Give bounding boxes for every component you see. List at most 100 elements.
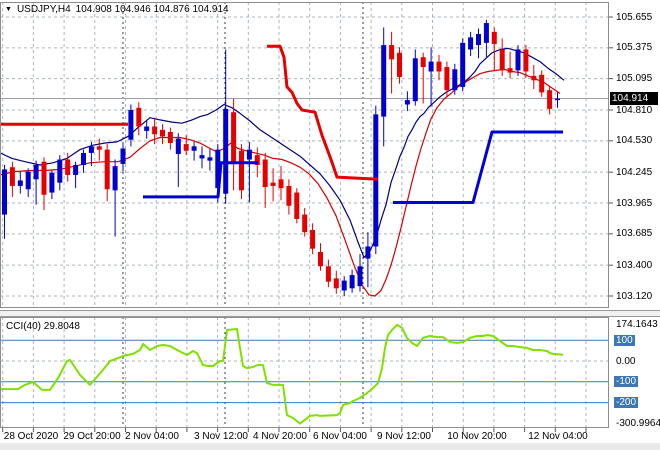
cci-axis-label: -300.9964 (616, 418, 660, 430)
candlestick-bear (491, 31, 497, 44)
candlestick-bear (270, 182, 276, 186)
candlestick-bear (65, 159, 71, 175)
candlestick-bear (397, 52, 402, 77)
candlestick-bull (25, 171, 31, 190)
candlestick-bull (144, 126, 150, 131)
candlestick-bull (246, 149, 252, 160)
price-axis-label: 103.400 (616, 259, 653, 271)
candlestick-bear (286, 185, 292, 206)
candlestick-bear (152, 126, 158, 135)
price-axis-label: 103.965 (616, 197, 653, 209)
candlestick-bull (17, 180, 23, 186)
candlestick-bull (381, 45, 387, 117)
candlestick-bear (523, 49, 529, 72)
time-axis-label: 2 Nov 04:00 (125, 431, 179, 442)
price-axis-label: 105.095 (616, 73, 653, 85)
candlestick-bull (112, 166, 118, 191)
price-axis-label: 105.375 (616, 42, 653, 54)
candlestick-bull (73, 165, 79, 175)
candlestick-bull (452, 69, 458, 91)
candlestick-bull (128, 110, 134, 140)
candlestick-bull (468, 37, 474, 50)
current-price-box: 104.914 (610, 92, 658, 106)
candlestick-bear (531, 75, 537, 81)
candlestick-bull (120, 148, 126, 164)
window-bottom-edge (0, 443, 660, 450)
price-axis-label: 105.655 (616, 11, 653, 23)
candlestick-bull (341, 280, 347, 291)
candlestick-bull (49, 172, 55, 193)
price-axis-label: 104.530 (616, 135, 653, 147)
candlestick-bull (191, 146, 197, 151)
candlestick-bear (302, 214, 308, 233)
candlestick-bull (515, 49, 521, 71)
candlestick-bull (460, 42, 466, 87)
price-axis-label: 103.120 (616, 290, 653, 302)
chart-title-bar: ▼ USDJPY,H4 104.908 104.946 104.876 104.… (5, 4, 229, 15)
candlestick-bear (167, 132, 173, 144)
candlestick-bull (2, 169, 7, 215)
candlestick-bull (175, 138, 181, 155)
cci-axis-label: 174.1643 (616, 319, 658, 331)
candlestick-bear (136, 107, 142, 127)
time-axis-label: 9 Nov 12:00 (377, 431, 431, 442)
candlestick-bull (483, 23, 489, 43)
candlestick-bull (555, 98, 560, 101)
candlestick-bull (349, 275, 355, 289)
cci-axis-label: -200 (614, 397, 639, 409)
time-axis-label: 28 Oct 2020 (3, 431, 59, 442)
candlestick-bull (357, 266, 363, 287)
cci-axis-label: 0.00 (616, 355, 636, 367)
candlestick-bear (96, 146, 102, 150)
time-axis-label: 10 Nov 20:00 (447, 431, 507, 442)
candlestick-bull (428, 61, 434, 72)
indicator-label: CCI(40) 29.8048 (6, 321, 80, 332)
candlestick-bear (41, 161, 47, 195)
time-axis-label: 3 Nov 12:00 (194, 431, 248, 442)
price-axis-label: 103.685 (616, 228, 653, 240)
candlestick-bear (231, 112, 237, 162)
chevron-down-icon[interactable]: ▼ (5, 5, 12, 15)
candlestick-bear (104, 149, 110, 190)
chart-canvas[interactable] (0, 0, 660, 450)
candlestick-bull (365, 246, 371, 259)
candlestick-bull (33, 165, 39, 180)
cci-axis-label: -100 (614, 376, 639, 388)
candlestick-bull (199, 155, 205, 159)
ohlc-values-label: 104.908 104.946 104.876 104.914 (75, 4, 229, 15)
candlestick-bear (420, 57, 426, 68)
price-axis-label: 104.245 (616, 166, 653, 178)
candlestick-bull (404, 100, 410, 105)
panel-splitter[interactable] (0, 310, 660, 317)
candlestick-bear (160, 129, 165, 137)
candlestick-bull (81, 152, 86, 166)
candlestick-bear (499, 49, 505, 71)
candlestick-bear (325, 266, 331, 282)
time-axis-label: 29 Oct 20:00 (63, 431, 121, 442)
candlestick-bear (239, 150, 244, 191)
candlestick-bull (57, 159, 63, 183)
time-axis-label: 6 Nov 04:00 (313, 431, 367, 442)
candlestick-bull (223, 108, 229, 194)
candlestick-bull (207, 157, 213, 161)
indicator-panel-bg (0, 317, 660, 428)
candlestick-bear (183, 144, 189, 151)
time-axis-label: 12 Nov 04:00 (528, 431, 588, 442)
candlestick-bear (310, 229, 316, 249)
price-axis-label: 104.810 (616, 104, 653, 116)
candlestick-bull (476, 34, 481, 46)
candlestick-bear (547, 90, 553, 109)
time-axis-label: 4 Nov 20:00 (253, 431, 307, 442)
chart-window: ▼ USDJPY,H4 104.908 104.946 104.876 104.… (0, 0, 660, 450)
symbol-period-label: USDJPY,H4 (16, 4, 71, 15)
cci-axis-label: 100 (614, 334, 635, 346)
candlestick-bear (333, 278, 339, 289)
candlestick-bull (88, 146, 94, 153)
candlestick-bear (318, 251, 323, 267)
candlestick-bear (507, 68, 513, 73)
candlestick-bear (9, 167, 15, 186)
candlestick-bear (389, 45, 395, 60)
candlestick-bear (294, 192, 300, 219)
candlestick-bear (539, 74, 545, 93)
candlestick-bear (262, 159, 268, 188)
